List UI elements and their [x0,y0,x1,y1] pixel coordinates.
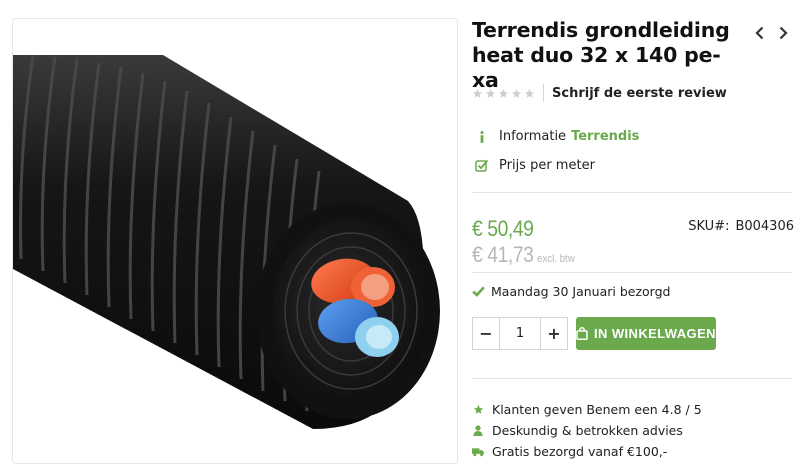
usp-list: Klanten geven Benem een 4.8 / 5 Deskundi… [472,399,702,462]
usp-text: Deskundig & betrokken advies [492,423,683,438]
write-review-link[interactable]: Schrijf de eerste review [552,86,727,101]
quantity-stepper: − + [472,317,568,350]
rating-divider [543,84,544,102]
usp-text: Gratis bezorgd vanaf €100,- [492,444,668,459]
info-icon [475,130,489,143]
add-to-cart-button[interactable]: IN WINKELWAGEN [576,317,716,350]
product-navigation [752,24,790,42]
feature-price-unit: Prijs per meter [472,151,639,180]
chevron-left-icon [754,26,763,40]
feature-price-unit-label: Prijs per meter [499,158,595,173]
quantity-decrease-button[interactable]: − [472,317,500,350]
next-product-button[interactable] [776,24,790,42]
star-icon [511,88,522,98]
star-icon [472,88,483,98]
usp-item: Klanten geven Benem een 4.8 / 5 [472,399,702,420]
star-icon [524,88,535,98]
checkbox-check-icon [475,159,489,172]
previous-product-button[interactable] [752,24,766,42]
product-title: Terrendis grondleiding heat duo 32 x 140… [472,18,730,92]
rating-row: Schrijf de eerste review [472,84,727,102]
price-excl-vat: € 41,73 excl. btw [472,242,575,268]
star-rating [472,88,535,99]
feature-info-label: Informatie [499,129,567,144]
price-excl-value: € 41,73 [472,242,534,267]
quantity-input[interactable] [500,317,540,350]
product-features: Informatie Terrendis Prijs per meter [472,122,639,180]
check-icon [472,286,485,297]
sku: SKU#: B004306 [688,219,794,234]
sku-label: SKU#: [688,219,730,234]
divider [472,378,792,379]
usp-text: Klanten geven Benem een 4.8 / 5 [492,402,702,417]
star-icon [472,404,484,415]
user-icon [472,425,484,436]
price-excl-note: excl. btw [537,253,575,265]
divider [472,192,792,193]
product-image [13,54,440,429]
chevron-right-icon [779,26,788,40]
price-incl-vat: € 50,49 [472,216,534,241]
star-icon [498,88,509,98]
divider [472,272,792,273]
product-image-panel[interactable] [12,18,458,464]
truck-icon [472,447,484,457]
feature-info: Informatie Terrendis [472,122,639,151]
quantity-increase-button[interactable]: + [540,317,568,350]
delivery-info: Maandag 30 Januari bezorgd [472,284,670,299]
shopping-bag-icon [576,327,588,340]
star-icon [485,88,496,98]
sku-value: B004306 [735,219,794,234]
add-to-cart-label: IN WINKELWAGEN [594,326,716,341]
usp-item: Gratis bezorgd vanaf €100,- [472,441,702,462]
delivery-text: Maandag 30 Januari bezorgd [491,284,671,299]
usp-item: Deskundig & betrokken advies [472,420,702,441]
brand-link[interactable]: Terrendis [571,129,639,144]
